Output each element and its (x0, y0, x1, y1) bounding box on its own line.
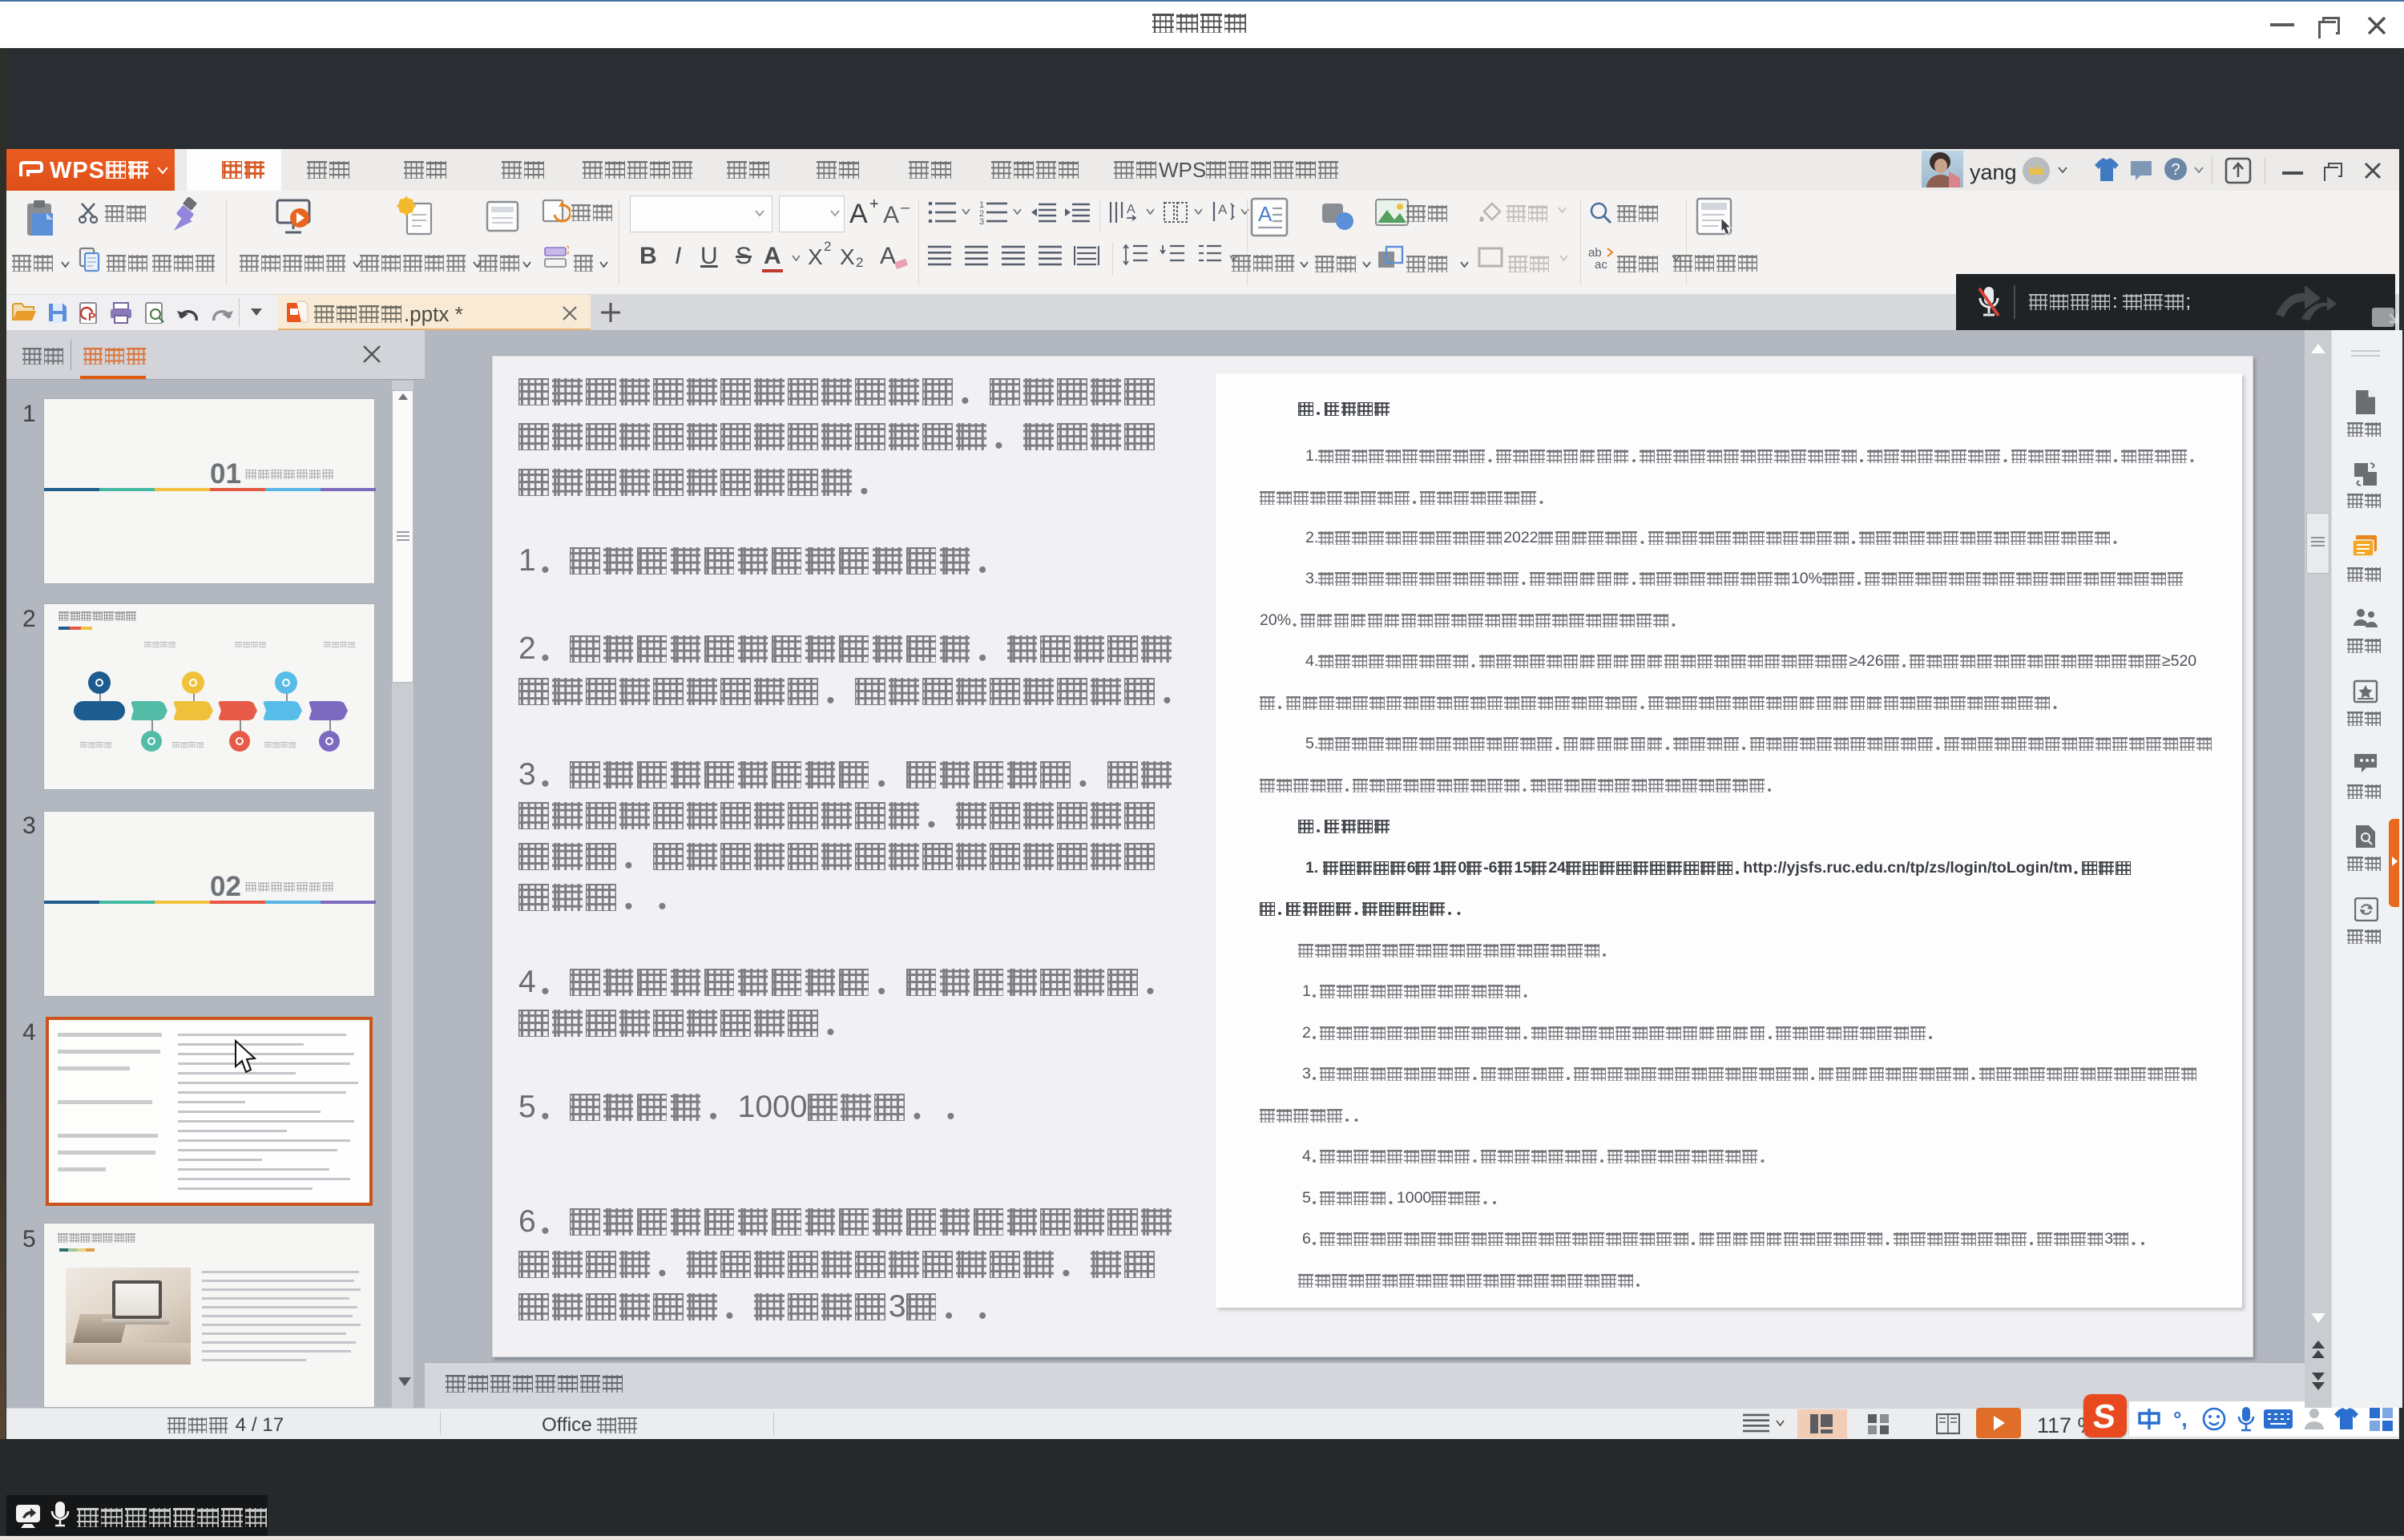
svg-text:A: A (1218, 202, 1228, 217)
svg-text:P: P (88, 310, 95, 323)
svg-text:A: A (1127, 203, 1135, 216)
svg-text:ac: ac (1595, 258, 1607, 269)
svg-text:A: A (1258, 202, 1273, 226)
svg-text:?: ? (2171, 161, 2180, 179)
